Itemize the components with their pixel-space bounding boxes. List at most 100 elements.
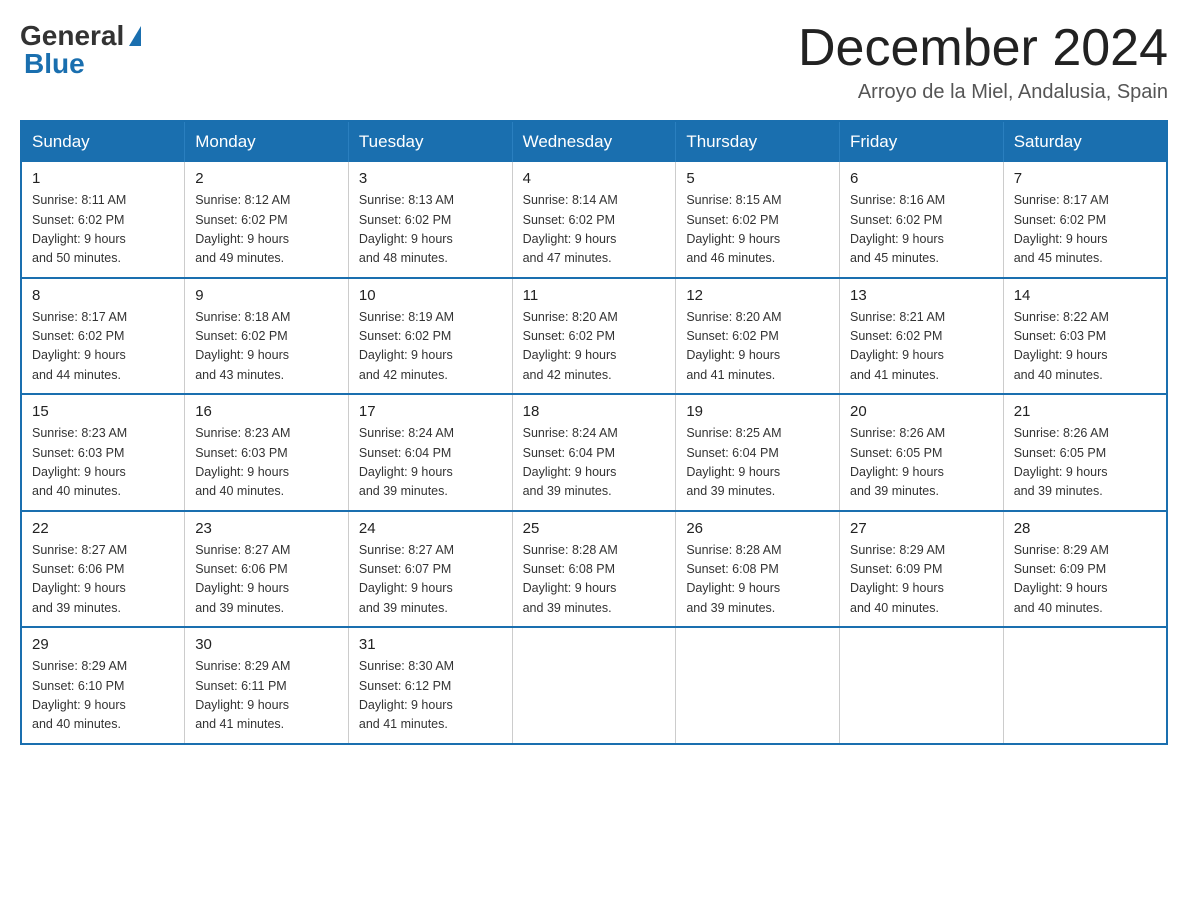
day-number-5: 5 [686,170,829,187]
calendar-day-8: 8 Sunrise: 8:17 AM Sunset: 6:02 PM Daylig… [21,278,185,395]
day-info-20: Sunrise: 8:26 AM Sunset: 6:05 PM Dayligh… [850,424,993,502]
calendar-day-5: 5 Sunrise: 8:15 AM Sunset: 6:02 PM Daylig… [676,162,840,278]
day-number-6: 6 [850,170,993,187]
empty-cell [512,627,676,744]
logo-blue-text: Blue [24,48,85,80]
calendar-table: SundayMondayTuesdayWednesdayThursdayFrid… [20,120,1168,745]
day-info-11: Sunrise: 8:20 AM Sunset: 6:02 PM Dayligh… [523,308,666,386]
calendar-day-26: 26 Sunrise: 8:28 AM Sunset: 6:08 PM Dayli… [676,511,840,628]
calendar-week-2: 8 Sunrise: 8:17 AM Sunset: 6:02 PM Daylig… [21,278,1167,395]
day-number-26: 26 [686,520,829,537]
day-info-8: Sunrise: 8:17 AM Sunset: 6:02 PM Dayligh… [32,308,174,386]
day-info-28: Sunrise: 8:29 AM Sunset: 6:09 PM Dayligh… [1014,541,1156,619]
calendar-day-4: 4 Sunrise: 8:14 AM Sunset: 6:02 PM Daylig… [512,162,676,278]
calendar-day-9: 9 Sunrise: 8:18 AM Sunset: 6:02 PM Daylig… [185,278,349,395]
day-number-23: 23 [195,520,338,537]
day-info-17: Sunrise: 8:24 AM Sunset: 6:04 PM Dayligh… [359,424,502,502]
day-number-20: 20 [850,403,993,420]
calendar-week-3: 15 Sunrise: 8:23 AM Sunset: 6:03 PM Dayli… [21,394,1167,511]
day-number-15: 15 [32,403,174,420]
day-info-25: Sunrise: 8:28 AM Sunset: 6:08 PM Dayligh… [523,541,666,619]
day-info-4: Sunrise: 8:14 AM Sunset: 6:02 PM Dayligh… [523,191,666,269]
day-number-24: 24 [359,520,502,537]
day-info-31: Sunrise: 8:30 AM Sunset: 6:12 PM Dayligh… [359,657,502,735]
calendar-day-19: 19 Sunrise: 8:25 AM Sunset: 6:04 PM Dayli… [676,394,840,511]
day-number-19: 19 [686,403,829,420]
day-info-16: Sunrise: 8:23 AM Sunset: 6:03 PM Dayligh… [195,424,338,502]
day-info-30: Sunrise: 8:29 AM Sunset: 6:11 PM Dayligh… [195,657,338,735]
col-header-saturday: Saturday [1003,121,1167,162]
calendar-day-31: 31Sunrise: 8:30 AM Sunset: 6:12 PM Dayli… [348,627,512,744]
calendar-day-16: 16Sunrise: 8:23 AM Sunset: 6:03 PM Dayli… [185,394,349,511]
day-info-15: Sunrise: 8:23 AM Sunset: 6:03 PM Dayligh… [32,424,174,502]
calendar-day-6: 6 Sunrise: 8:16 AM Sunset: 6:02 PM Daylig… [840,162,1004,278]
calendar-day-14: 14 Sunrise: 8:22 AM Sunset: 6:03 PM Dayli… [1003,278,1167,395]
title-section: December 2024 Arroyo de la Miel, Andalus… [798,20,1168,104]
calendar-day-2: 2 Sunrise: 8:12 AM Sunset: 6:02 PM Daylig… [185,162,349,278]
day-number-7: 7 [1014,170,1156,187]
day-info-2: Sunrise: 8:12 AM Sunset: 6:02 PM Dayligh… [195,191,338,269]
page-header: General Blue December 2024 Arroyo de la … [20,20,1168,104]
col-header-thursday: Thursday [676,121,840,162]
day-info-7: Sunrise: 8:17 AM Sunset: 6:02 PM Dayligh… [1014,191,1156,269]
calendar-day-28: 28 Sunrise: 8:29 AM Sunset: 6:09 PM Dayli… [1003,511,1167,628]
empty-cell [1003,627,1167,744]
empty-cell [840,627,1004,744]
calendar-day-27: 27 Sunrise: 8:29 AM Sunset: 6:09 PM Dayli… [840,511,1004,628]
calendar-day-1: 1 Sunrise: 8:11 AM Sunset: 6:02 PM Daylig… [21,162,185,278]
col-header-tuesday: Tuesday [348,121,512,162]
day-info-29: Sunrise: 8:29 AM Sunset: 6:10 PM Dayligh… [32,657,174,735]
calendar-day-20: 20 Sunrise: 8:26 AM Sunset: 6:05 PM Dayli… [840,394,1004,511]
day-number-11: 11 [523,287,666,304]
calendar-day-22: 22 Sunrise: 8:27 AM Sunset: 6:06 PM Dayli… [21,511,185,628]
day-number-27: 27 [850,520,993,537]
day-number-14: 14 [1014,287,1156,304]
day-number-9: 9 [195,287,338,304]
day-info-3: Sunrise: 8:13 AM Sunset: 6:02 PM Dayligh… [359,191,502,269]
day-info-1: Sunrise: 8:11 AM Sunset: 6:02 PM Dayligh… [32,191,174,269]
day-number-17: 17 [359,403,502,420]
day-number-30: 30 [195,636,338,653]
logo-triangle-icon [129,26,141,46]
col-header-friday: Friday [840,121,1004,162]
calendar-day-3: 3 Sunrise: 8:13 AM Sunset: 6:02 PM Daylig… [348,162,512,278]
day-info-10: Sunrise: 8:19 AM Sunset: 6:02 PM Dayligh… [359,308,502,386]
day-number-22: 22 [32,520,174,537]
day-info-5: Sunrise: 8:15 AM Sunset: 6:02 PM Dayligh… [686,191,829,269]
day-info-6: Sunrise: 8:16 AM Sunset: 6:02 PM Dayligh… [850,191,993,269]
day-info-18: Sunrise: 8:24 AM Sunset: 6:04 PM Dayligh… [523,424,666,502]
day-number-1: 1 [32,170,174,187]
day-number-3: 3 [359,170,502,187]
calendar-day-23: 23Sunrise: 8:27 AM Sunset: 6:06 PM Dayli… [185,511,349,628]
calendar-day-11: 11 Sunrise: 8:20 AM Sunset: 6:02 PM Dayli… [512,278,676,395]
calendar-day-12: 12 Sunrise: 8:20 AM Sunset: 6:02 PM Dayli… [676,278,840,395]
day-number-2: 2 [195,170,338,187]
day-number-25: 25 [523,520,666,537]
day-info-26: Sunrise: 8:28 AM Sunset: 6:08 PM Dayligh… [686,541,829,619]
day-info-14: Sunrise: 8:22 AM Sunset: 6:03 PM Dayligh… [1014,308,1156,386]
calendar-week-1: 1 Sunrise: 8:11 AM Sunset: 6:02 PM Daylig… [21,162,1167,278]
day-number-18: 18 [523,403,666,420]
day-number-13: 13 [850,287,993,304]
day-number-21: 21 [1014,403,1156,420]
day-number-8: 8 [32,287,174,304]
day-info-27: Sunrise: 8:29 AM Sunset: 6:09 PM Dayligh… [850,541,993,619]
calendar-day-7: 7 Sunrise: 8:17 AM Sunset: 6:02 PM Daylig… [1003,162,1167,278]
day-number-12: 12 [686,287,829,304]
day-info-9: Sunrise: 8:18 AM Sunset: 6:02 PM Dayligh… [195,308,338,386]
calendar-week-4: 22 Sunrise: 8:27 AM Sunset: 6:06 PM Dayli… [21,511,1167,628]
day-info-21: Sunrise: 8:26 AM Sunset: 6:05 PM Dayligh… [1014,424,1156,502]
calendar-day-17: 17 Sunrise: 8:24 AM Sunset: 6:04 PM Dayli… [348,394,512,511]
empty-cell [676,627,840,744]
day-number-28: 28 [1014,520,1156,537]
day-number-4: 4 [523,170,666,187]
day-info-12: Sunrise: 8:20 AM Sunset: 6:02 PM Dayligh… [686,308,829,386]
calendar-day-15: 15 Sunrise: 8:23 AM Sunset: 6:03 PM Dayli… [21,394,185,511]
day-info-22: Sunrise: 8:27 AM Sunset: 6:06 PM Dayligh… [32,541,174,619]
day-number-10: 10 [359,287,502,304]
col-header-wednesday: Wednesday [512,121,676,162]
day-info-19: Sunrise: 8:25 AM Sunset: 6:04 PM Dayligh… [686,424,829,502]
day-number-29: 29 [32,636,174,653]
calendar-day-30: 30 Sunrise: 8:29 AM Sunset: 6:11 PM Dayli… [185,627,349,744]
calendar-day-10: 10 Sunrise: 8:19 AM Sunset: 6:02 PM Dayli… [348,278,512,395]
